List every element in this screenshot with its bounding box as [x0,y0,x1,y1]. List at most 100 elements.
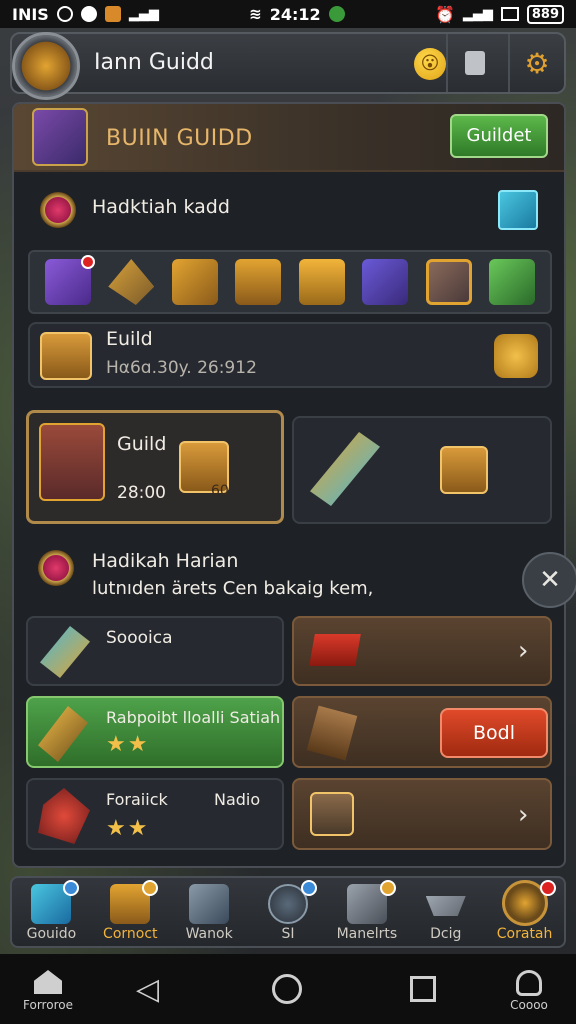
staff-icon [38,706,88,762]
status-bar: INIS ▂▄▆ ≋ 24:12 ⏰ ▂▄▆ 889 [0,0,576,28]
tab-dcig[interactable]: Dcig [406,878,485,946]
daily-subtitle: lutnıden ärets Cen bakaig kem, [92,578,374,599]
home-button[interactable] [272,974,302,1004]
emoji-reaction-icon[interactable]: 😮 [414,48,446,80]
game-app-icon [104,6,121,22]
guild-feature-card[interactable]: Guild 28:00 60 [26,410,284,524]
tab-label: Dcig [430,926,462,942]
guild-info-row[interactable]: Euild Hα6ɑ.30y. 26:912 [28,322,552,388]
robot-chest-icon[interactable] [425,259,472,305]
item-strip [28,250,552,314]
back-icon: ◁ [136,972,160,1007]
guild-tower-icon [39,423,105,501]
header-title: Iann Guidd [94,50,214,75]
quest-1-title: Soooica [106,628,173,648]
potion-icon[interactable] [489,259,536,305]
shield-icon [328,6,345,22]
quest-card-1[interactable]: Soooica [26,616,284,686]
axe-icon [38,788,90,844]
tab-guide[interactable]: Gouido [12,878,91,946]
panel-title: BUIIN GUIDD [106,126,253,151]
reward-card-1[interactable]: › [292,616,552,686]
anvil-icon [425,896,466,916]
reward-card-2[interactable]: Bodl [292,696,552,768]
system-nav-bar: Forroroe ◁ Coooo [0,954,576,1024]
profile-shortcut-label: Coooo [510,998,548,1012]
claim-button[interactable]: Bodl [440,708,548,758]
chevron-right-icon[interactable]: › [518,636,528,666]
blade-icon [40,626,90,678]
gift-box-icon[interactable] [498,190,538,230]
clock: 24:12 [269,4,321,24]
gear-icon: ⚙ [524,46,550,80]
tab-label: Wanok [185,926,233,942]
iron-chest-icon [310,792,354,836]
tab-badge [141,880,158,896]
close-icon: ✕ [539,565,561,595]
gift-row-label: Hadktiah kadd [92,196,230,218]
quest-3-stars: ★★ [106,816,150,841]
tab-coratah[interactable]: Coratah [485,878,564,946]
chevron-right-icon[interactable]: › [518,800,528,830]
guild-button[interactable]: Guildet [450,114,548,158]
lock-chest-icon[interactable] [171,259,218,305]
book-icon [189,884,230,924]
guild-row-subtitle: Hα6ɑ.30y. 26:912 [106,358,257,378]
chest-label: 60 [211,483,229,499]
gold-coin-icon[interactable] [494,334,538,378]
guild-panel: BUIIN GUIDD Guildet Hadktiah kadd Euild … [12,102,566,868]
battery-indicator: 889 [526,4,564,24]
ticket-icon[interactable] [44,255,95,305]
notification-badge [80,255,95,269]
home-shortcut-label: Forroroe [23,998,73,1012]
profile-shortcut[interactable]: Coooo [494,970,564,1012]
person-icon [516,970,542,996]
close-button[interactable]: ✕ [522,552,576,608]
messenger-icon [80,6,97,22]
scroll-icon [306,705,358,761]
share-button[interactable] [446,34,502,92]
tab-badge [62,880,79,896]
tab-label: Gouido [26,926,77,942]
tab-si[interactable]: SI [249,878,328,946]
box-icon [440,446,488,494]
quest-card-3[interactable]: Foraiick Nadio ★★ [26,778,284,850]
tab-connect[interactable]: Cornoct [91,878,170,946]
share-icon [465,51,485,75]
tab-wanok[interactable]: Wanok [170,878,249,946]
quest-3-title: Foraiick [106,790,168,809]
daily-heart-icon [38,550,74,586]
daily-title: Hadikah Harian [92,550,239,572]
settings-button[interactable]: ⚙ [508,34,564,92]
tab-markets[interactable]: Manelrts [327,878,406,946]
player-avatar[interactable] [12,32,80,100]
arrow-icon[interactable] [108,259,155,305]
tab-badge [380,880,397,896]
sword-icon [310,432,380,506]
chest-icon[interactable] [235,259,282,305]
notification-icon [56,6,73,22]
feature-card-value: 28:00 [117,483,166,503]
quest-2-title: Rabpoibt lloalli Satiah [106,708,281,727]
panel-header: BUIIN GUIDD Guildet [14,104,564,172]
tab-label: Manelrts [336,926,398,942]
guild-crest-icon [32,108,88,166]
treasure-chest-icon [40,332,92,380]
tab-badge [540,880,557,896]
cell-signal-icon: ▂▄▆ [462,6,493,22]
feature-card-title: Guild [117,433,167,455]
house-icon [34,970,62,994]
purple-chest-icon[interactable] [362,259,409,305]
tab-badge [301,880,318,896]
quest-card-2[interactable]: Rabpoibt lloalli Satiah ★★ [26,696,284,768]
recents-button[interactable] [410,976,436,1002]
quest-2-stars: ★★ [106,732,150,757]
signal-icon: ▂▄▆ [128,6,159,22]
home-shortcut[interactable]: Forroroe [10,970,86,1012]
gold-chest-icon[interactable] [298,259,345,305]
weapon-card[interactable] [292,416,552,524]
guild-row-title: Euild [106,328,153,350]
back-button[interactable]: ◁ [136,972,159,1007]
reward-card-3[interactable]: › [292,778,552,850]
alarm-icon: ⏰ [434,4,455,24]
